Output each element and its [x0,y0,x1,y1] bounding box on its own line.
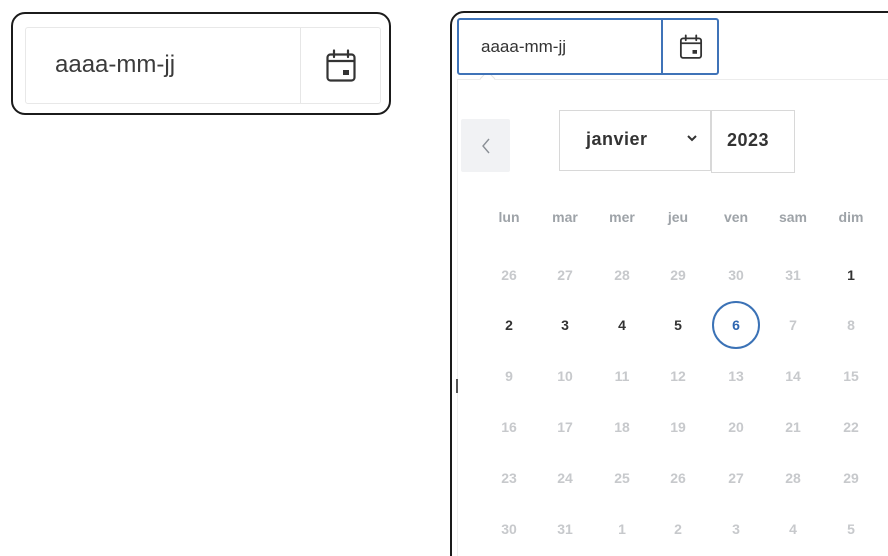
day-cell[interactable]: 28 [602,263,642,287]
calendar-button[interactable] [661,20,719,73]
date-input-closed[interactable]: aaaa-mm-jj [25,27,381,104]
day-cell[interactable]: 20 [716,415,756,439]
month-select[interactable]: janvier [559,110,711,171]
day-cell[interactable]: 30 [716,263,756,287]
day-cell[interactable]: 4 [773,517,813,541]
day-cell[interactable]: 17 [545,415,585,439]
weekday-label: jeu [667,209,689,225]
day-cell[interactable]: 5 [658,313,698,337]
day-cell[interactable]: 27 [545,263,585,287]
day-cell[interactable]: 3 [545,313,585,337]
day-cell[interactable]: 30 [489,517,529,541]
date-input-focused[interactable]: aaaa-mm-jj [457,18,719,75]
canvas: aaaa-mm-jj aaaa-mm-jj janvier 2023 lun m… [0,0,888,556]
day-cell[interactable]: 9 [489,364,529,388]
day-cell[interactable]: 10 [545,364,585,388]
day-cell[interactable]: 31 [773,263,813,287]
day-cell[interactable]: 7 [773,313,813,337]
year-input-value: 2023 [727,130,770,150]
day-cell[interactable]: 14 [773,364,813,388]
chevron-down-icon [687,135,697,142]
calendar-button[interactable] [300,28,380,103]
day-cell[interactable]: 31 [545,517,585,541]
calendar-icon [679,33,703,59]
day-cell[interactable]: 26 [658,466,698,490]
day-cell[interactable]: 5 [831,517,871,541]
day-cell[interactable]: 22 [831,415,871,439]
weekday-label: ven [723,209,749,225]
year-input[interactable]: 2023 [711,110,795,173]
closed-date-picker-panel: aaaa-mm-jj [11,12,391,115]
day-cell[interactable]: 8 [831,313,871,337]
calendar-icon [325,48,356,82]
weekday-label: lun [498,209,520,225]
day-cell[interactable]: 1 [831,263,871,287]
day-cell[interactable]: 25 [602,466,642,490]
day-cell[interactable]: 26 [489,263,529,287]
dropdown-top-border [457,79,888,80]
day-cell-selected[interactable]: 6 [716,313,756,337]
day-cell[interactable]: 24 [545,466,585,490]
day-cell[interactable]: 29 [658,263,698,287]
month-select-value: janvier [586,129,648,149]
day-cell[interactable]: 27 [716,466,756,490]
day-cell[interactable]: 21 [773,415,813,439]
day-cell[interactable]: 12 [658,364,698,388]
weekday-label: mar [552,209,578,225]
day-cell[interactable]: 1 [602,517,642,541]
chevron-left-icon [481,138,490,153]
day-cell[interactable]: 15 [831,364,871,388]
stray-mark [456,379,458,393]
date-input-placeholder[interactable]: aaaa-mm-jj [481,37,566,57]
day-cell[interactable]: 16 [489,415,529,439]
day-cell[interactable]: 23 [489,466,529,490]
date-input-placeholder[interactable]: aaaa-mm-jj [55,51,175,79]
day-cell[interactable]: 4 [602,313,642,337]
day-cell[interactable]: 3 [716,517,756,541]
day-cell[interactable]: 29 [831,466,871,490]
weekday-label: sam [778,209,808,225]
previous-month-button[interactable] [461,119,510,172]
day-cell[interactable]: 2 [489,313,529,337]
weekday-label: mer [609,209,635,225]
open-date-picker-panel: aaaa-mm-jj janvier 2023 lun mar mer jeu … [450,11,888,556]
day-cell[interactable]: 18 [602,415,642,439]
day-cell[interactable]: 2 [658,517,698,541]
day-cell[interactable]: 19 [658,415,698,439]
day-cell[interactable]: 13 [716,364,756,388]
day-cell[interactable]: 28 [773,466,813,490]
day-cell[interactable]: 11 [602,364,642,388]
weekday-label: dim [838,209,864,225]
